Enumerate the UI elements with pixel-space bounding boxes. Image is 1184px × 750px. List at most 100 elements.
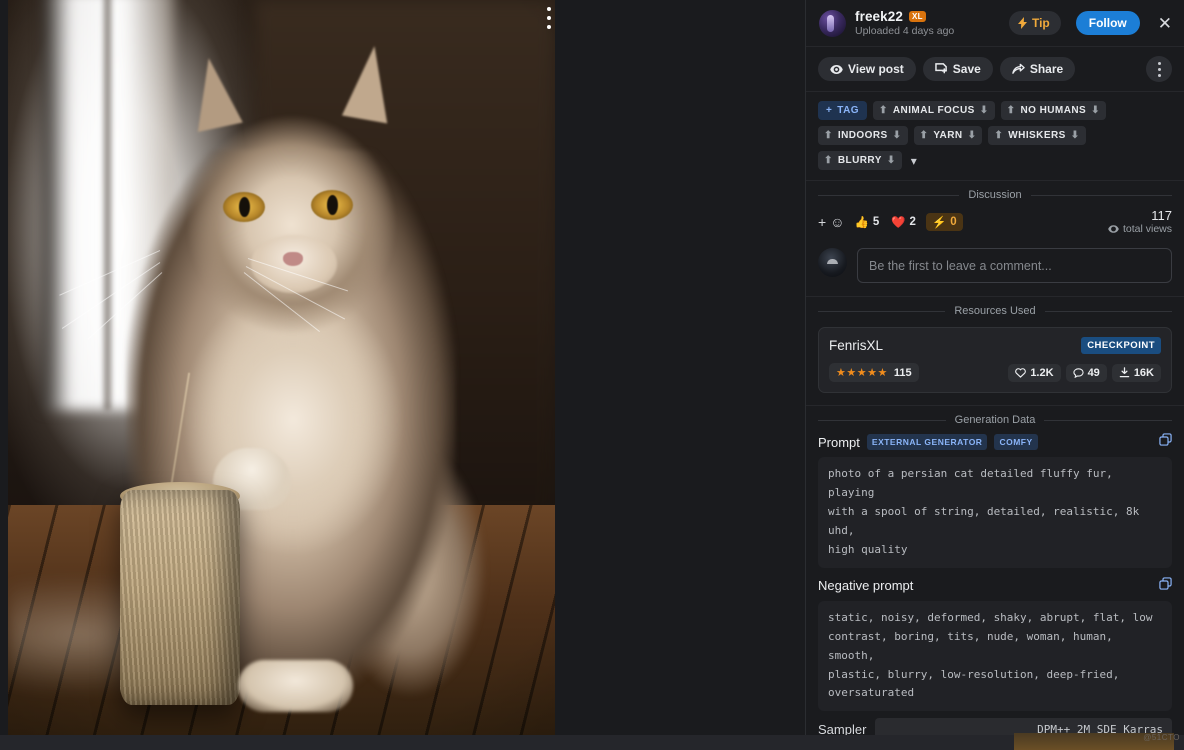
- generation-section-label: Generation Data: [806, 406, 1184, 428]
- watermark: @51CTO: [1143, 733, 1180, 742]
- tip-button[interactable]: Tip: [1008, 11, 1061, 35]
- negative-prompt-header: Negative prompt: [818, 568, 1172, 601]
- save-icon: [935, 63, 947, 74]
- reaction-heart[interactable]: ❤️ 2: [889, 213, 918, 231]
- add-reaction-button[interactable]: + ☺: [818, 214, 844, 230]
- chevron-down-icon[interactable]: ▾: [908, 154, 920, 168]
- copy-icon: [1159, 433, 1172, 446]
- reaction-count: 5: [872, 216, 880, 229]
- reaction-lightning[interactable]: ⚡ 0: [925, 213, 963, 232]
- upvote-icon[interactable]: ⬆: [879, 105, 888, 116]
- app-root: 🌐 𝕏 ▢ ▮ ● ♪ ▣ ◇ freek22 XL Uploaded 4 da…: [0, 0, 1184, 750]
- lightning-icon: ⚡: [931, 217, 947, 230]
- resource-card[interactable]: FenrisXL CHECKPOINT ★★★★★ 115 1.2K 49 16…: [818, 327, 1172, 394]
- downvote-icon[interactable]: ⬇: [1091, 105, 1100, 116]
- discussion-section-label: Discussion: [806, 181, 1184, 203]
- post-detail-panel: freek22 XL Uploaded 4 days ago Tip Follo…: [0, 0, 1184, 750]
- heart-icon: ❤️: [891, 217, 906, 230]
- views-count: 117: [1151, 208, 1172, 223]
- reaction-bar: + ☺ 👍 5 ❤️ 2 ⚡ 0 117 total views: [806, 203, 1184, 244]
- plus-icon: +: [826, 105, 833, 116]
- upvote-icon[interactable]: ⬆: [824, 155, 833, 166]
- add-tag-label: TAG: [837, 105, 860, 116]
- image-options-menu-icon[interactable]: [538, 5, 555, 31]
- negative-prompt-title: Negative prompt: [818, 578, 914, 594]
- discussion-label-text: Discussion: [968, 189, 1022, 201]
- tag-label: WHISKERS: [1008, 130, 1066, 141]
- tip-label: Tip: [1031, 16, 1050, 30]
- post-image[interactable]: [8, 0, 555, 735]
- tag-list: + TAG ⬆ ANIMAL FOCUS ⬇ ⬆ NO HUMANS ⬇ ⬆ I…: [806, 92, 1184, 181]
- tag-chip[interactable]: ⬆ YARN ⬇: [913, 126, 983, 145]
- resource-downloads[interactable]: 16K: [1111, 363, 1161, 382]
- likes-count: 1.2K: [1030, 366, 1054, 379]
- upload-timestamp: Uploaded 4 days ago: [855, 25, 955, 37]
- save-button[interactable]: Save: [922, 57, 993, 81]
- comfy-badge: COMFY: [994, 434, 1038, 451]
- eye-icon: [1108, 225, 1119, 234]
- reaction-count: 2: [909, 216, 916, 229]
- resource-name[interactable]: FenrisXL: [829, 338, 883, 353]
- downvote-icon[interactable]: ⬇: [887, 155, 896, 166]
- tag-chip[interactable]: ⬆ NO HUMANS ⬇: [1000, 101, 1106, 120]
- view-count-block: 117 total views: [1108, 208, 1172, 235]
- upvote-icon[interactable]: ⬆: [994, 130, 1003, 141]
- eye-icon: [830, 64, 843, 74]
- resource-card-header: FenrisXL CHECKPOINT: [829, 337, 1161, 355]
- copy-icon: [1159, 577, 1172, 590]
- upvote-icon[interactable]: ⬆: [920, 130, 929, 141]
- current-user-avatar[interactable]: [818, 248, 847, 278]
- comment-input[interactable]: [857, 248, 1172, 284]
- tag-label: ANIMAL FOCUS: [892, 105, 975, 116]
- prompt-text[interactable]: photo of a persian cat detailed fluffy f…: [818, 457, 1172, 568]
- reaction-thumbsup[interactable]: 👍 5: [852, 213, 881, 231]
- post-actions: View post Save Share: [806, 47, 1184, 92]
- resource-likes[interactable]: 1.2K: [1008, 363, 1061, 382]
- rating-count: 115: [893, 366, 912, 379]
- resources-label-text: Resources Used: [954, 305, 1036, 318]
- add-tag-button[interactable]: + TAG: [818, 101, 868, 120]
- share-button[interactable]: Share: [999, 57, 1076, 81]
- tag-chip[interactable]: ⬆ ANIMAL FOCUS ⬇: [873, 101, 995, 120]
- thumbsup-icon: 👍: [854, 217, 869, 230]
- tag-label: BLURRY: [837, 155, 882, 166]
- reaction-count: 0: [950, 216, 957, 229]
- resource-type-badge: CHECKPOINT: [1081, 337, 1161, 355]
- resource-card-stats: ★★★★★ 115 1.2K 49 16K: [829, 363, 1161, 383]
- prompt-header: Prompt EXTERNAL GENERATOR COMFY: [818, 428, 1172, 457]
- downvote-icon[interactable]: ⬇: [893, 130, 902, 141]
- prompt-title: Prompt: [818, 434, 860, 450]
- image-viewer: 🌐 𝕏 ▢ ▮ ● ♪ ▣ ◇: [0, 0, 805, 750]
- follow-button[interactable]: Follow: [1075, 11, 1140, 35]
- downloads-count: 16K: [1133, 366, 1154, 379]
- views-label-row: total views: [1108, 223, 1172, 235]
- view-post-button[interactable]: View post: [818, 57, 916, 81]
- close-icon[interactable]: ✕: [1158, 15, 1172, 32]
- tag-chip[interactable]: ⬆ BLURRY ⬇: [818, 151, 902, 170]
- upvote-icon[interactable]: ⬆: [1007, 105, 1016, 116]
- generation-data: Prompt EXTERNAL GENERATOR COMFY photo of…: [806, 428, 1184, 750]
- negative-prompt-text[interactable]: static, noisy, deformed, shaky, abrupt, …: [818, 600, 1172, 712]
- copy-negative-prompt-icon[interactable]: [1159, 577, 1172, 595]
- resource-comments[interactable]: 49: [1065, 363, 1107, 382]
- resources-section-label: Resources Used: [806, 297, 1184, 319]
- post-more-options-icon[interactable]: [1146, 56, 1172, 82]
- downvote-icon[interactable]: ⬇: [968, 130, 977, 141]
- downvote-icon[interactable]: ⬇: [1071, 130, 1080, 141]
- download-icon: [1119, 367, 1130, 378]
- username[interactable]: freek22: [855, 9, 903, 24]
- avatar[interactable]: [819, 9, 846, 37]
- lightning-icon: [1017, 17, 1027, 29]
- share-label: Share: [1029, 62, 1064, 76]
- resource-rating[interactable]: ★★★★★ 115: [829, 363, 919, 383]
- comment-icon: [1072, 368, 1084, 378]
- downvote-icon[interactable]: ⬇: [980, 105, 989, 116]
- star-icons: ★★★★★: [836, 367, 888, 380]
- upvote-icon[interactable]: ⬆: [824, 130, 833, 141]
- tag-label: INDOORS: [837, 130, 888, 141]
- copy-prompt-icon[interactable]: [1159, 433, 1172, 451]
- tag-chip[interactable]: ⬆ WHISKERS ⬇: [988, 126, 1086, 145]
- username-row: freek22 XL: [855, 9, 1000, 24]
- tag-label: YARN: [933, 130, 963, 141]
- tag-chip[interactable]: ⬆ INDOORS ⬇: [818, 126, 908, 145]
